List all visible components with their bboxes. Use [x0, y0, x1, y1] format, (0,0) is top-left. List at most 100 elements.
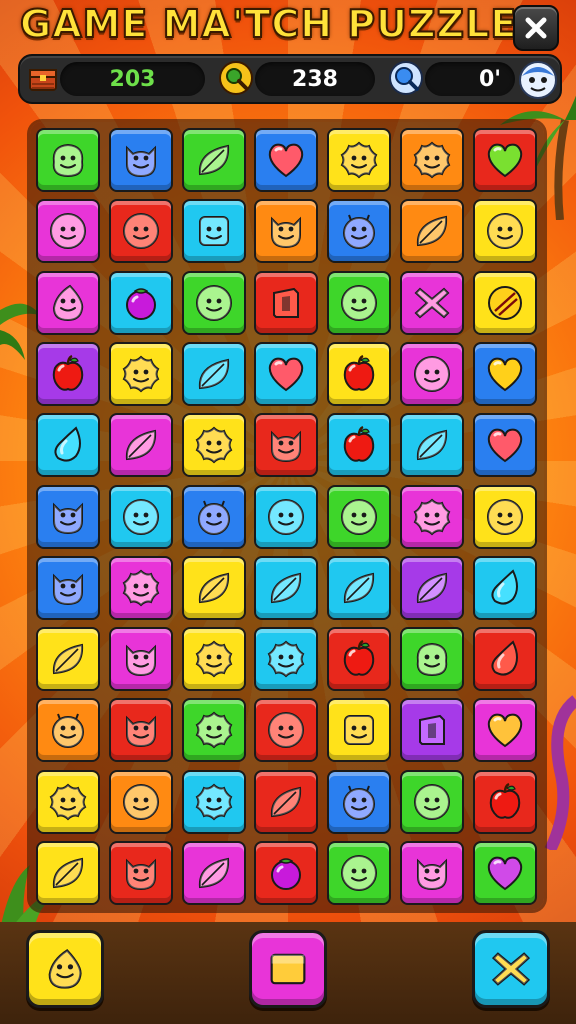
tile-yellow-leaf[interactable]	[36, 627, 100, 691]
leaf-icon	[125, 429, 157, 461]
close-button[interactable]	[513, 5, 559, 51]
tile-red-smiley[interactable]	[254, 698, 318, 762]
tile-green-blob-face[interactable]	[400, 627, 464, 691]
tile-red-plum[interactable]	[254, 841, 318, 905]
tile-blue-devil-face[interactable]	[327, 770, 391, 834]
smiley-icon	[196, 285, 232, 321]
tile-green-smiley[interactable]	[327, 271, 391, 335]
tile-magenta-cat-face[interactable]	[109, 627, 173, 691]
powerup-button-square[interactable]	[249, 930, 327, 1008]
tile-blue-cat-face[interactable]	[109, 128, 173, 192]
game-title: GAME MA'TCH PUZZLE	[19, 1, 518, 47]
tile-blue-heart[interactable]	[473, 413, 537, 477]
tile-red-cat-face[interactable]	[109, 698, 173, 762]
smiley-icon	[487, 499, 523, 535]
tile-magenta-leaf[interactable]	[182, 841, 246, 905]
tile-yellow-flower-face[interactable]	[36, 770, 100, 834]
devil-face-icon	[343, 785, 375, 820]
smiley-icon	[123, 213, 159, 249]
cat-face-icon	[126, 858, 156, 891]
search-icon[interactable]	[216, 58, 256, 98]
tile-red-heart[interactable]	[473, 128, 537, 192]
tile-orange-devil-face[interactable]	[36, 698, 100, 762]
tile-yellow-leaf[interactable]	[182, 556, 246, 620]
tile-cyan-box-face[interactable]	[182, 199, 246, 263]
tile-red-cat-face[interactable]	[109, 841, 173, 905]
magnifier-icon[interactable]	[386, 58, 426, 98]
tile-cyan-smiley[interactable]	[109, 485, 173, 549]
smiley-icon	[487, 213, 523, 249]
tile-purple-block[interactable]	[400, 698, 464, 762]
leaf-icon	[416, 215, 448, 247]
tile-green-leaf[interactable]	[182, 128, 246, 192]
tile-orange-leaf[interactable]	[400, 199, 464, 263]
tile-green-smiley[interactable]	[182, 271, 246, 335]
character-avatar-icon[interactable]	[516, 56, 560, 100]
tile-yellow-smiley[interactable]	[473, 199, 537, 263]
tile-yellow-ball[interactable]	[473, 271, 537, 335]
tile-green-smiley[interactable]	[400, 770, 464, 834]
tile-cyan-flower-face[interactable]	[254, 627, 318, 691]
tile-magenta-smiley[interactable]	[400, 342, 464, 406]
tile-cyan-plum[interactable]	[109, 271, 173, 335]
tile-yellow-flower-face[interactable]	[182, 627, 246, 691]
tile-magenta-leaf[interactable]	[109, 413, 173, 477]
tile-magenta-cat-face[interactable]	[400, 841, 464, 905]
tile-green-smiley[interactable]	[327, 485, 391, 549]
tile-blue-cat-face[interactable]	[36, 556, 100, 620]
smiley-icon	[123, 499, 159, 535]
tile-cyan-flower-face[interactable]	[182, 770, 246, 834]
tile-cyan-apple[interactable]	[327, 413, 391, 477]
tile-yellow-flower-face[interactable]	[109, 342, 173, 406]
powerup-button-drop-face[interactable]	[26, 930, 104, 1008]
tile-green-blob-face[interactable]	[36, 128, 100, 192]
tile-yellow-apple[interactable]	[327, 342, 391, 406]
tile-cyan-heart[interactable]	[254, 342, 318, 406]
leaf-icon	[270, 786, 302, 818]
tile-red-block[interactable]	[254, 271, 318, 335]
tile-blue-heart[interactable]	[254, 128, 318, 192]
tile-orange-cat-face[interactable]	[254, 199, 318, 263]
tile-red-smiley[interactable]	[109, 199, 173, 263]
drop-icon	[491, 569, 518, 605]
tile-cyan-leaf[interactable]	[254, 556, 318, 620]
tile-magenta-flower-face[interactable]	[400, 485, 464, 549]
powerup-button-x[interactable]	[472, 930, 550, 1008]
tile-green-flower-face[interactable]	[182, 698, 246, 762]
tile-yellow-flower-face[interactable]	[327, 128, 391, 192]
tile-blue-cat-face[interactable]	[36, 485, 100, 549]
tile-yellow-box-face[interactable]	[327, 698, 391, 762]
tile-red-drop[interactable]	[473, 627, 537, 691]
tile-cyan-drop[interactable]	[36, 413, 100, 477]
tile-orange-smiley[interactable]	[109, 770, 173, 834]
apple-icon	[343, 354, 375, 391]
tile-green-heart[interactable]	[473, 841, 537, 905]
tile-purple-leaf[interactable]	[400, 556, 464, 620]
tile-blue-devil-face[interactable]	[327, 199, 391, 263]
tile-blue-devil-face[interactable]	[182, 485, 246, 549]
tile-purple-apple[interactable]	[36, 342, 100, 406]
tile-yellow-leaf[interactable]	[36, 841, 100, 905]
leaf-icon	[416, 429, 448, 461]
tile-red-apple[interactable]	[473, 770, 537, 834]
tile-cyan-smiley[interactable]	[254, 485, 318, 549]
tile-cyan-leaf[interactable]	[182, 342, 246, 406]
tile-magenta-heart[interactable]	[473, 698, 537, 762]
devil-face-icon	[343, 214, 375, 249]
tile-magenta-drop-face[interactable]	[36, 271, 100, 335]
tile-yellow-smiley[interactable]	[473, 485, 537, 549]
tile-red-cat-face[interactable]	[254, 413, 318, 477]
tile-orange-flower-face[interactable]	[400, 128, 464, 192]
tile-red-leaf[interactable]	[254, 770, 318, 834]
tile-magenta-smiley[interactable]	[36, 199, 100, 263]
tile-cyan-leaf[interactable]	[327, 556, 391, 620]
leaf-icon	[343, 572, 375, 604]
tile-green-smiley[interactable]	[327, 841, 391, 905]
tile-red-apple[interactable]	[327, 627, 391, 691]
tile-blue-heart[interactable]	[473, 342, 537, 406]
tile-cyan-drop[interactable]	[473, 556, 537, 620]
tile-cyan-leaf[interactable]	[400, 413, 464, 477]
tile-magenta-x[interactable]	[400, 271, 464, 335]
tile-magenta-flower-face[interactable]	[109, 556, 173, 620]
tile-yellow-flower-face[interactable]	[182, 413, 246, 477]
